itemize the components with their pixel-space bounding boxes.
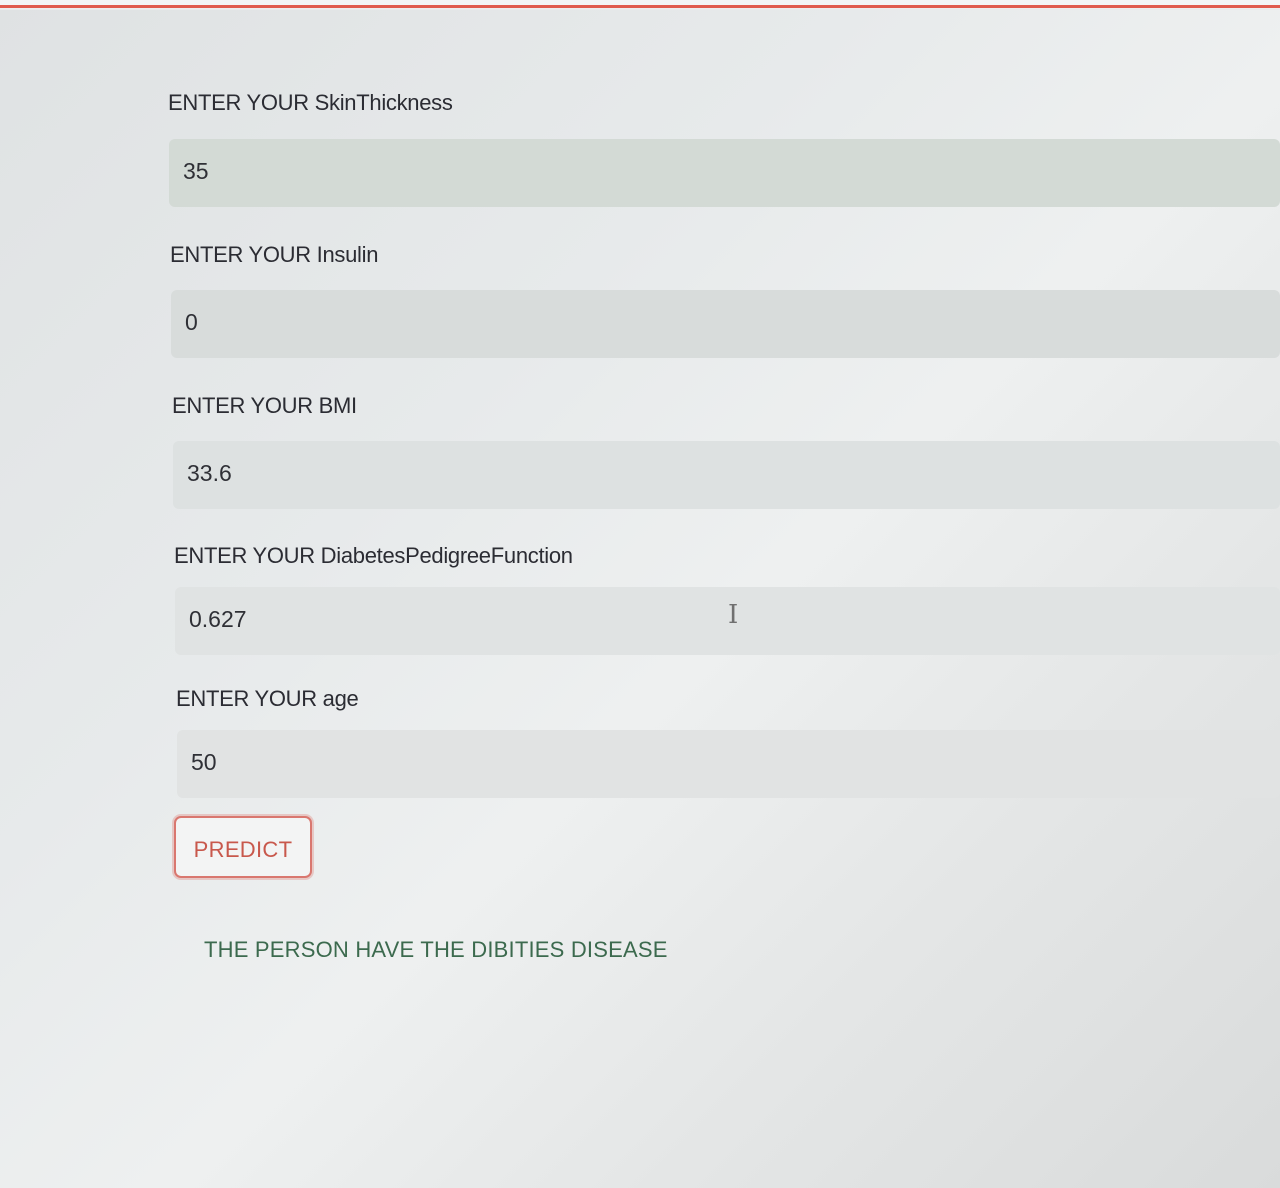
diabetes-pedigree-value: 0.627 bbox=[189, 606, 247, 632]
predict-button-label: PREDICT bbox=[193, 837, 293, 862]
insulin-value: 0 bbox=[185, 309, 198, 335]
skinthickness-input[interactable]: 35 bbox=[169, 139, 1280, 207]
age-value: 50 bbox=[191, 749, 217, 775]
bmi-label: ENTER YOUR BMI bbox=[172, 393, 357, 418]
age-label: ENTER YOUR age bbox=[176, 686, 359, 711]
insulin-input[interactable]: 0 bbox=[171, 290, 1280, 358]
age-input[interactable]: 50 bbox=[177, 730, 1280, 798]
text-cursor-icon: I bbox=[728, 600, 739, 630]
predict-button[interactable]: PREDICT bbox=[174, 816, 312, 878]
skinthickness-value: 35 bbox=[183, 158, 209, 184]
skinthickness-label: ENTER YOUR SkinThickness bbox=[168, 90, 453, 115]
bmi-value: 33.6 bbox=[187, 460, 232, 486]
bmi-input[interactable]: 33.6 bbox=[173, 441, 1280, 509]
insulin-label: ENTER YOUR Insulin bbox=[170, 242, 379, 267]
prediction-result: THE PERSON HAVE THE DIBITIES DISEASE bbox=[204, 937, 668, 962]
diabetes-pedigree-label: ENTER YOUR DiabetesPedigreeFunction bbox=[174, 543, 573, 568]
top-accent-line bbox=[0, 5, 1280, 8]
top-accent-bar bbox=[0, 0, 1280, 10]
